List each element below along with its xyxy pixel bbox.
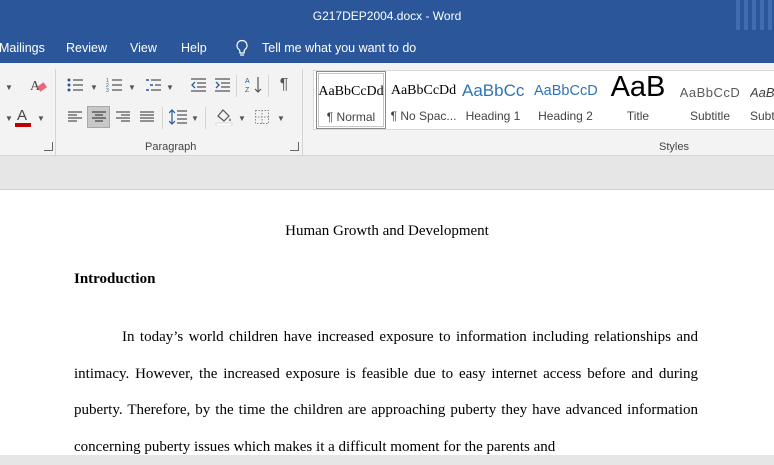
justify-icon[interactable] bbox=[137, 107, 157, 127]
title-bar: G217DEP2004.docx - Word bbox=[0, 0, 774, 33]
style-name: Heading 1 bbox=[465, 109, 521, 123]
style-subtle-emphasis[interactable]: AaBbCcDd Subtle Em... bbox=[750, 71, 774, 129]
ribbon-tabs: Mailings Review View Help Tell me what y… bbox=[0, 33, 774, 63]
show-formatting-marks-icon[interactable]: ¶ bbox=[275, 75, 293, 95]
chevron-down-icon[interactable]: ▼ bbox=[191, 114, 199, 123]
tab-view[interactable]: View bbox=[130, 41, 157, 55]
align-center-icon[interactable] bbox=[87, 106, 110, 128]
style-subtitle[interactable]: AaBbCcD Subtitle bbox=[678, 71, 742, 129]
style-sample: AaBbCcDd bbox=[318, 84, 384, 99]
styles-group-label: Styles bbox=[659, 141, 689, 153]
divider bbox=[268, 75, 269, 97]
section-heading: Introduction bbox=[74, 271, 156, 287]
style-sample: AaBbCcD bbox=[534, 83, 597, 99]
document-page[interactable]: Human Growth and Development Introductio… bbox=[0, 190, 774, 455]
style-sample: AaBbCcD bbox=[679, 85, 741, 100]
chevron-down-icon[interactable]: ▼ bbox=[166, 83, 174, 92]
ribbon: ▼ A ▼ A ▼ ▼ 123 ▼ ▼ AZ ¶ ▼ ▼ ▼ Paragraph… bbox=[0, 63, 774, 156]
chevron-down-icon[interactable]: ▼ bbox=[37, 114, 45, 123]
line-spacing-icon[interactable] bbox=[168, 107, 188, 127]
style-name: Subtitle bbox=[689, 109, 731, 123]
tab-mailings[interactable]: Mailings bbox=[0, 41, 45, 55]
style-normal[interactable]: AaBbCcDd ¶ Normal bbox=[316, 71, 386, 129]
style-name: Title bbox=[626, 109, 650, 123]
shading-icon[interactable] bbox=[213, 107, 235, 127]
divider bbox=[162, 107, 163, 129]
align-right-icon[interactable] bbox=[113, 107, 133, 127]
document-title: Human Growth and Development bbox=[285, 223, 489, 239]
chevron-down-icon[interactable]: ▼ bbox=[238, 114, 246, 123]
style-heading-1[interactable]: AaBbCc Heading 1 bbox=[462, 71, 524, 129]
chevron-down-icon[interactable]: ▼ bbox=[277, 114, 285, 123]
font-dialog-launcher[interactable] bbox=[44, 142, 53, 151]
style-no-spacing[interactable]: AaBbCcDd ¶ No Spac... bbox=[389, 71, 458, 129]
font-color-icon[interactable]: A bbox=[12, 105, 34, 129]
style-heading-2[interactable]: AaBbCcD Heading 2 bbox=[534, 71, 597, 129]
svg-text:3: 3 bbox=[106, 88, 109, 92]
divider bbox=[55, 69, 56, 155]
style-name: ¶ Normal bbox=[326, 110, 376, 124]
chevron-down-icon[interactable]: ▼ bbox=[128, 83, 136, 92]
borders-icon[interactable] bbox=[252, 107, 272, 127]
divider bbox=[302, 69, 303, 155]
align-left-icon[interactable] bbox=[65, 107, 85, 127]
increase-indent-icon[interactable] bbox=[212, 76, 232, 94]
style-name: Subtle Em... bbox=[750, 109, 774, 123]
style-sample: AaBbCcDd bbox=[390, 83, 457, 98]
decrease-indent-icon[interactable] bbox=[188, 76, 208, 94]
title-bar-decoration bbox=[734, 0, 774, 33]
style-sample: AaB bbox=[610, 71, 666, 103]
divider bbox=[236, 75, 237, 97]
tab-help[interactable]: Help bbox=[181, 41, 207, 55]
body-paragraph: In today’s world children have increased… bbox=[74, 329, 698, 455]
svg-text:Z: Z bbox=[245, 87, 250, 94]
ruler-area bbox=[0, 156, 774, 190]
sort-icon[interactable]: AZ bbox=[244, 75, 264, 95]
chevron-down-icon[interactable]: ▼ bbox=[90, 83, 98, 92]
chevron-down-icon[interactable]: ▼ bbox=[5, 83, 13, 92]
multilevel-list-icon[interactable] bbox=[143, 76, 163, 94]
style-name: Heading 2 bbox=[538, 109, 593, 123]
svg-text:A: A bbox=[245, 78, 250, 85]
clear-formatting-icon[interactable]: A bbox=[28, 75, 48, 95]
numbering-icon[interactable]: 123 bbox=[104, 76, 124, 94]
styles-gallery: AaBbCcDd ¶ Normal AaBbCcDd ¶ No Spac... … bbox=[313, 70, 774, 130]
svg-text:A: A bbox=[17, 107, 27, 124]
style-sample: AaBbCcDd bbox=[750, 85, 774, 100]
paragraph-group-label: Paragraph bbox=[145, 141, 197, 153]
window-title: G217DEP2004.docx - Word bbox=[312, 9, 462, 23]
divider bbox=[205, 107, 206, 129]
tell-me-search[interactable]: Tell me what you want to do bbox=[262, 41, 416, 55]
style-name: ¶ No Spac... bbox=[390, 109, 457, 123]
tab-review[interactable]: Review bbox=[66, 41, 107, 55]
style-title[interactable]: AaB Title bbox=[604, 71, 672, 129]
paragraph-dialog-launcher[interactable] bbox=[290, 142, 299, 151]
lightbulb-icon[interactable] bbox=[235, 39, 249, 60]
bullets-icon[interactable] bbox=[65, 76, 85, 94]
style-sample: AaBbCc bbox=[462, 81, 524, 100]
